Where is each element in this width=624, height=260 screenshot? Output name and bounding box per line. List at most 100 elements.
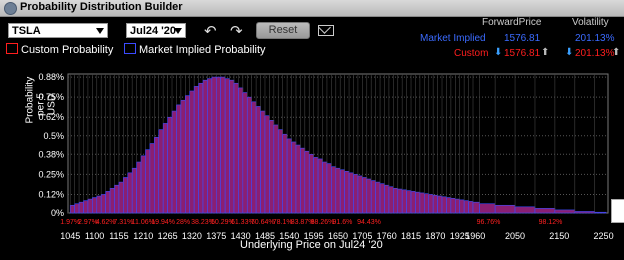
- probability-bar[interactable]: [472, 201, 480, 214]
- probability-bar[interactable]: [176, 104, 182, 214]
- probability-bar[interactable]: [114, 184, 120, 214]
- probability-bar[interactable]: [574, 211, 596, 214]
- probability-bar[interactable]: [109, 187, 115, 214]
- probability-bar[interactable]: [432, 194, 438, 214]
- down-arrow-icon[interactable]: ⬇: [494, 47, 502, 58]
- probability-bar[interactable]: [428, 194, 434, 214]
- probability-bar[interactable]: [344, 171, 350, 214]
- probability-bar[interactable]: [397, 188, 403, 214]
- probability-bar[interactable]: [282, 133, 288, 214]
- probability-bar[interactable]: [264, 115, 270, 214]
- probability-bar[interactable]: [304, 150, 310, 214]
- probability-bar[interactable]: [353, 174, 359, 214]
- probability-bar[interactable]: [242, 92, 248, 214]
- probability-bar[interactable]: [118, 181, 124, 214]
- probability-bar[interactable]: [388, 186, 394, 214]
- probability-bar[interactable]: [437, 195, 443, 214]
- probability-bar[interactable]: [140, 155, 146, 214]
- probability-bar[interactable]: [87, 198, 93, 214]
- probability-bar[interactable]: [184, 95, 191, 214]
- probability-bar[interactable]: [96, 195, 102, 214]
- probability-bar[interactable]: [207, 78, 213, 214]
- probability-bar[interactable]: [269, 120, 275, 214]
- redo-icon[interactable]: ↷: [230, 22, 243, 40]
- probability-bar[interactable]: [441, 196, 447, 214]
- reset-button[interactable]: Reset: [256, 22, 310, 39]
- probability-bar[interactable]: [379, 183, 385, 214]
- probability-bar[interactable]: [167, 116, 173, 214]
- expiry-select[interactable]: Jul24 '20: [126, 23, 186, 38]
- probability-bar[interactable]: [136, 161, 142, 214]
- custom-vol[interactable]: 201.13%: [575, 48, 614, 59]
- probability-bar[interactable]: [479, 203, 496, 214]
- probability-bar[interactable]: [375, 181, 381, 214]
- probability-bar[interactable]: [78, 201, 84, 214]
- symbol-select[interactable]: TSLA: [8, 23, 108, 38]
- probability-bar[interactable]: [300, 147, 306, 214]
- probability-bar[interactable]: [149, 143, 155, 214]
- probability-bar[interactable]: [366, 178, 372, 214]
- probability-bar[interactable]: [154, 137, 160, 214]
- probability-bar[interactable]: [594, 211, 607, 214]
- probability-bar[interactable]: [357, 175, 363, 214]
- probability-bar[interactable]: [83, 200, 89, 214]
- probability-bar[interactable]: [410, 191, 416, 214]
- probability-bar[interactable]: [198, 82, 204, 214]
- probability-bar[interactable]: [514, 206, 536, 214]
- probability-bar[interactable]: [220, 76, 226, 214]
- probability-bar[interactable]: [494, 204, 516, 214]
- probability-bar[interactable]: [339, 169, 345, 214]
- probability-bar[interactable]: [331, 166, 337, 214]
- probability-bar[interactable]: [193, 86, 199, 214]
- probability-bar[interactable]: [229, 79, 235, 214]
- probability-bar[interactable]: [260, 110, 266, 214]
- probability-bar[interactable]: [189, 90, 195, 214]
- up-arrow-icon[interactable]: ⬆: [612, 47, 620, 58]
- scroll-handle[interactable]: [611, 199, 624, 223]
- probability-bar[interactable]: [335, 167, 341, 214]
- probability-bar[interactable]: [446, 197, 452, 214]
- probability-bar[interactable]: [317, 158, 323, 214]
- probability-bar[interactable]: [158, 129, 164, 214]
- probability-bar[interactable]: [459, 199, 465, 214]
- probability-bar[interactable]: [74, 203, 80, 214]
- probability-bar[interactable]: [277, 129, 283, 214]
- probability-bar[interactable]: [406, 190, 412, 214]
- probability-bar[interactable]: [255, 106, 261, 214]
- probability-bar[interactable]: [215, 76, 222, 214]
- probability-bar[interactable]: [162, 123, 168, 214]
- probability-bar[interactable]: [100, 194, 106, 214]
- custom-forward[interactable]: 1576.81: [504, 48, 540, 59]
- probability-bar[interactable]: [450, 198, 456, 214]
- probability-bar[interactable]: [145, 149, 151, 214]
- probability-bar[interactable]: [105, 191, 111, 214]
- probability-bar[interactable]: [251, 101, 257, 214]
- probability-bar[interactable]: [92, 197, 98, 214]
- probability-bar[interactable]: [322, 161, 328, 214]
- probability-bar[interactable]: [362, 177, 368, 214]
- probability-bar[interactable]: [419, 192, 425, 214]
- probability-bar[interactable]: [202, 79, 208, 214]
- probability-bar[interactable]: [554, 209, 576, 214]
- probability-bar[interactable]: [424, 193, 430, 214]
- probability-bar[interactable]: [534, 208, 556, 214]
- probability-bar[interactable]: [69, 204, 75, 214]
- probability-bar[interactable]: [468, 201, 474, 214]
- probability-bar[interactable]: [246, 96, 252, 214]
- probability-bar[interactable]: [370, 180, 376, 214]
- probability-bar[interactable]: [286, 138, 292, 214]
- probability-bar[interactable]: [313, 157, 319, 214]
- probability-bar[interactable]: [348, 172, 354, 214]
- probability-bar[interactable]: [233, 82, 239, 214]
- probability-bar[interactable]: [131, 167, 137, 214]
- probability-bar[interactable]: [273, 124, 279, 214]
- probability-bar[interactable]: [393, 187, 399, 214]
- probability-bar[interactable]: [224, 78, 230, 214]
- probability-bar[interactable]: [238, 87, 244, 214]
- probability-bar[interactable]: [123, 177, 129, 214]
- probability-bar[interactable]: [384, 184, 390, 214]
- probability-bar[interactable]: [180, 99, 186, 214]
- probability-bar[interactable]: [211, 76, 217, 214]
- probability-bar[interactable]: [127, 172, 133, 214]
- probability-bar[interactable]: [415, 191, 421, 214]
